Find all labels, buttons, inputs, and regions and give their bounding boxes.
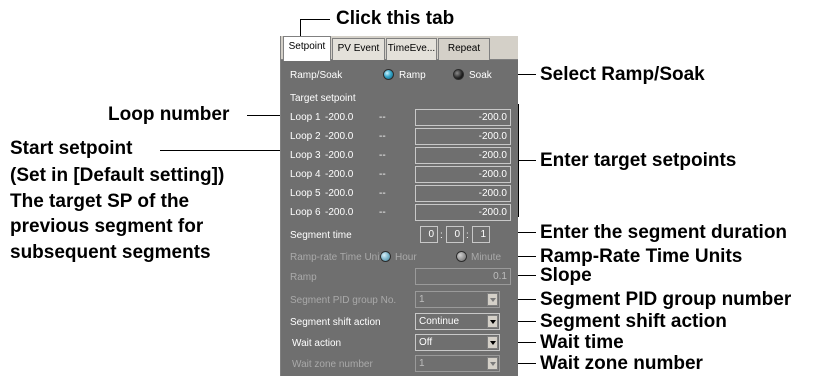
tab-pv-event[interactable]: PV Event — [332, 38, 385, 60]
wait-zone-select[interactable]: 1 — [415, 355, 500, 372]
callout-shift-action: Segment shift action — [540, 311, 727, 332]
loop-3-dash: -- — [379, 150, 386, 161]
loop-2-target-input[interactable]: -200.0 — [415, 128, 511, 145]
tab-repeat[interactable]: Repeat — [438, 38, 490, 60]
callout-start-setpoint-3: The target SP of the — [10, 191, 190, 212]
callout-wait-time: Wait time — [540, 332, 624, 353]
callout-wait-zone: Wait zone number — [540, 353, 703, 374]
hour-radio-label: Hour — [395, 252, 417, 263]
loop-1-name: Loop 1 — [290, 112, 321, 123]
callout-loop-number: Loop number — [108, 104, 230, 125]
wait-zone-value: 1 — [419, 358, 425, 369]
ramp-rate-label: Ramp-rate Time Unit — [290, 252, 383, 263]
segment-time-label: Segment time — [290, 230, 352, 241]
callout-ramp-rate-units: Ramp-Rate Time Units — [540, 246, 743, 267]
chevron-down-icon[interactable] — [487, 357, 498, 370]
shift-action-label: Segment shift action — [290, 317, 381, 328]
loop-4-target-input[interactable]: -200.0 — [415, 166, 511, 183]
chevron-down-icon[interactable] — [487, 315, 498, 328]
callout-start-setpoint-2: (Set in [Default setting]) — [10, 165, 225, 186]
loop-5-name: Loop 5 — [290, 188, 321, 199]
loop-6-name: Loop 6 — [290, 207, 321, 218]
wait-zone-label: Wait zone number — [292, 359, 373, 370]
segment-time-sep-1: : — [440, 230, 443, 241]
callout-click-tab: Click this tab — [336, 8, 455, 29]
soak-radio[interactable] — [453, 69, 464, 80]
callout-slope: Slope — [540, 265, 592, 286]
ramp-input[interactable]: 0.1 — [415, 268, 511, 285]
shift-action-value: Continue — [419, 316, 460, 327]
tab-bar: Setpoint PV Event TimeEve... Repeat — [281, 36, 518, 61]
ramp-label: Ramp — [290, 272, 317, 283]
loop-6-target-input[interactable]: -200.0 — [415, 204, 511, 221]
callout-start-setpoint-1: Start setpoint — [10, 138, 133, 159]
loop-5-target-input[interactable]: -200.0 — [415, 185, 511, 202]
ramp-radio[interactable] — [383, 69, 394, 80]
segment-time-seconds[interactable]: 1 — [472, 226, 490, 243]
loop-1-dash: -- — [379, 112, 386, 123]
callout-enter-target: Enter target setpoints — [540, 150, 737, 171]
loop-5-start: -200.0 — [325, 188, 354, 199]
wait-action-select[interactable]: Off — [415, 334, 500, 351]
soak-radio-label: Soak — [469, 70, 492, 81]
loop-4-dash: -- — [379, 169, 386, 180]
loop-2-start: -200.0 — [325, 131, 354, 142]
loop-5-dash: -- — [379, 188, 386, 199]
hour-radio[interactable] — [380, 251, 391, 262]
minute-radio-label: Minute — [471, 252, 501, 263]
loop-3-target-input[interactable]: -200.0 — [415, 147, 511, 164]
wait-action-label: Wait action — [292, 338, 342, 349]
target-setpoint-label: Target setpoint — [290, 93, 356, 104]
loop-3-name: Loop 3 — [290, 150, 321, 161]
loop-1-target-input[interactable]: -200.0 — [415, 109, 511, 126]
ramp-soak-label: Ramp/Soak — [290, 70, 343, 81]
callout-start-setpoint-4: previous segment for — [10, 216, 204, 237]
wait-action-value: Off — [419, 337, 433, 348]
loop-1-start: -200.0 — [325, 112, 354, 123]
loop-4-name: Loop 4 — [290, 169, 321, 180]
callout-enter-duration: Enter the segment duration — [540, 222, 788, 243]
loop-6-dash: -- — [379, 207, 386, 218]
leader-line-target — [518, 160, 536, 161]
chevron-down-icon[interactable] — [487, 336, 498, 349]
shift-action-select[interactable]: Continue — [415, 313, 500, 330]
tab-setpoint[interactable]: Setpoint — [283, 36, 331, 61]
panel-body: Ramp/Soak Ramp Soak Target setpoint Loop… — [281, 60, 518, 376]
segment-time-minutes[interactable]: 0 — [446, 226, 464, 243]
ramp-radio-label: Ramp — [399, 70, 426, 81]
leader-line-click-tab-h — [300, 19, 330, 20]
leader-line-loop-number — [247, 115, 282, 116]
setpoint-panel: Setpoint PV Event TimeEve... Repeat Ramp… — [280, 36, 518, 376]
pid-group-value: 1 — [419, 294, 425, 305]
segment-time-sep-2: : — [466, 230, 469, 241]
loop-4-start: -200.0 — [325, 169, 354, 180]
callout-start-setpoint-5: subsequent segments — [10, 242, 211, 263]
chevron-down-icon[interactable] — [487, 293, 498, 306]
minute-radio[interactable] — [456, 251, 467, 262]
loop-6-start: -200.0 — [325, 207, 354, 218]
pid-group-label: Segment PID group No. — [290, 295, 397, 306]
callout-select-ramp-soak: Select Ramp/Soak — [540, 64, 705, 85]
callout-pid-group: Segment PID group number — [540, 289, 792, 310]
tab-time-event[interactable]: TimeEve... — [386, 38, 437, 60]
loop-2-dash: -- — [379, 131, 386, 142]
loop-3-start: -200.0 — [325, 150, 354, 161]
segment-time-hours[interactable]: 0 — [420, 226, 438, 243]
pid-group-select[interactable]: 1 — [415, 291, 500, 308]
loop-2-name: Loop 2 — [290, 131, 321, 142]
